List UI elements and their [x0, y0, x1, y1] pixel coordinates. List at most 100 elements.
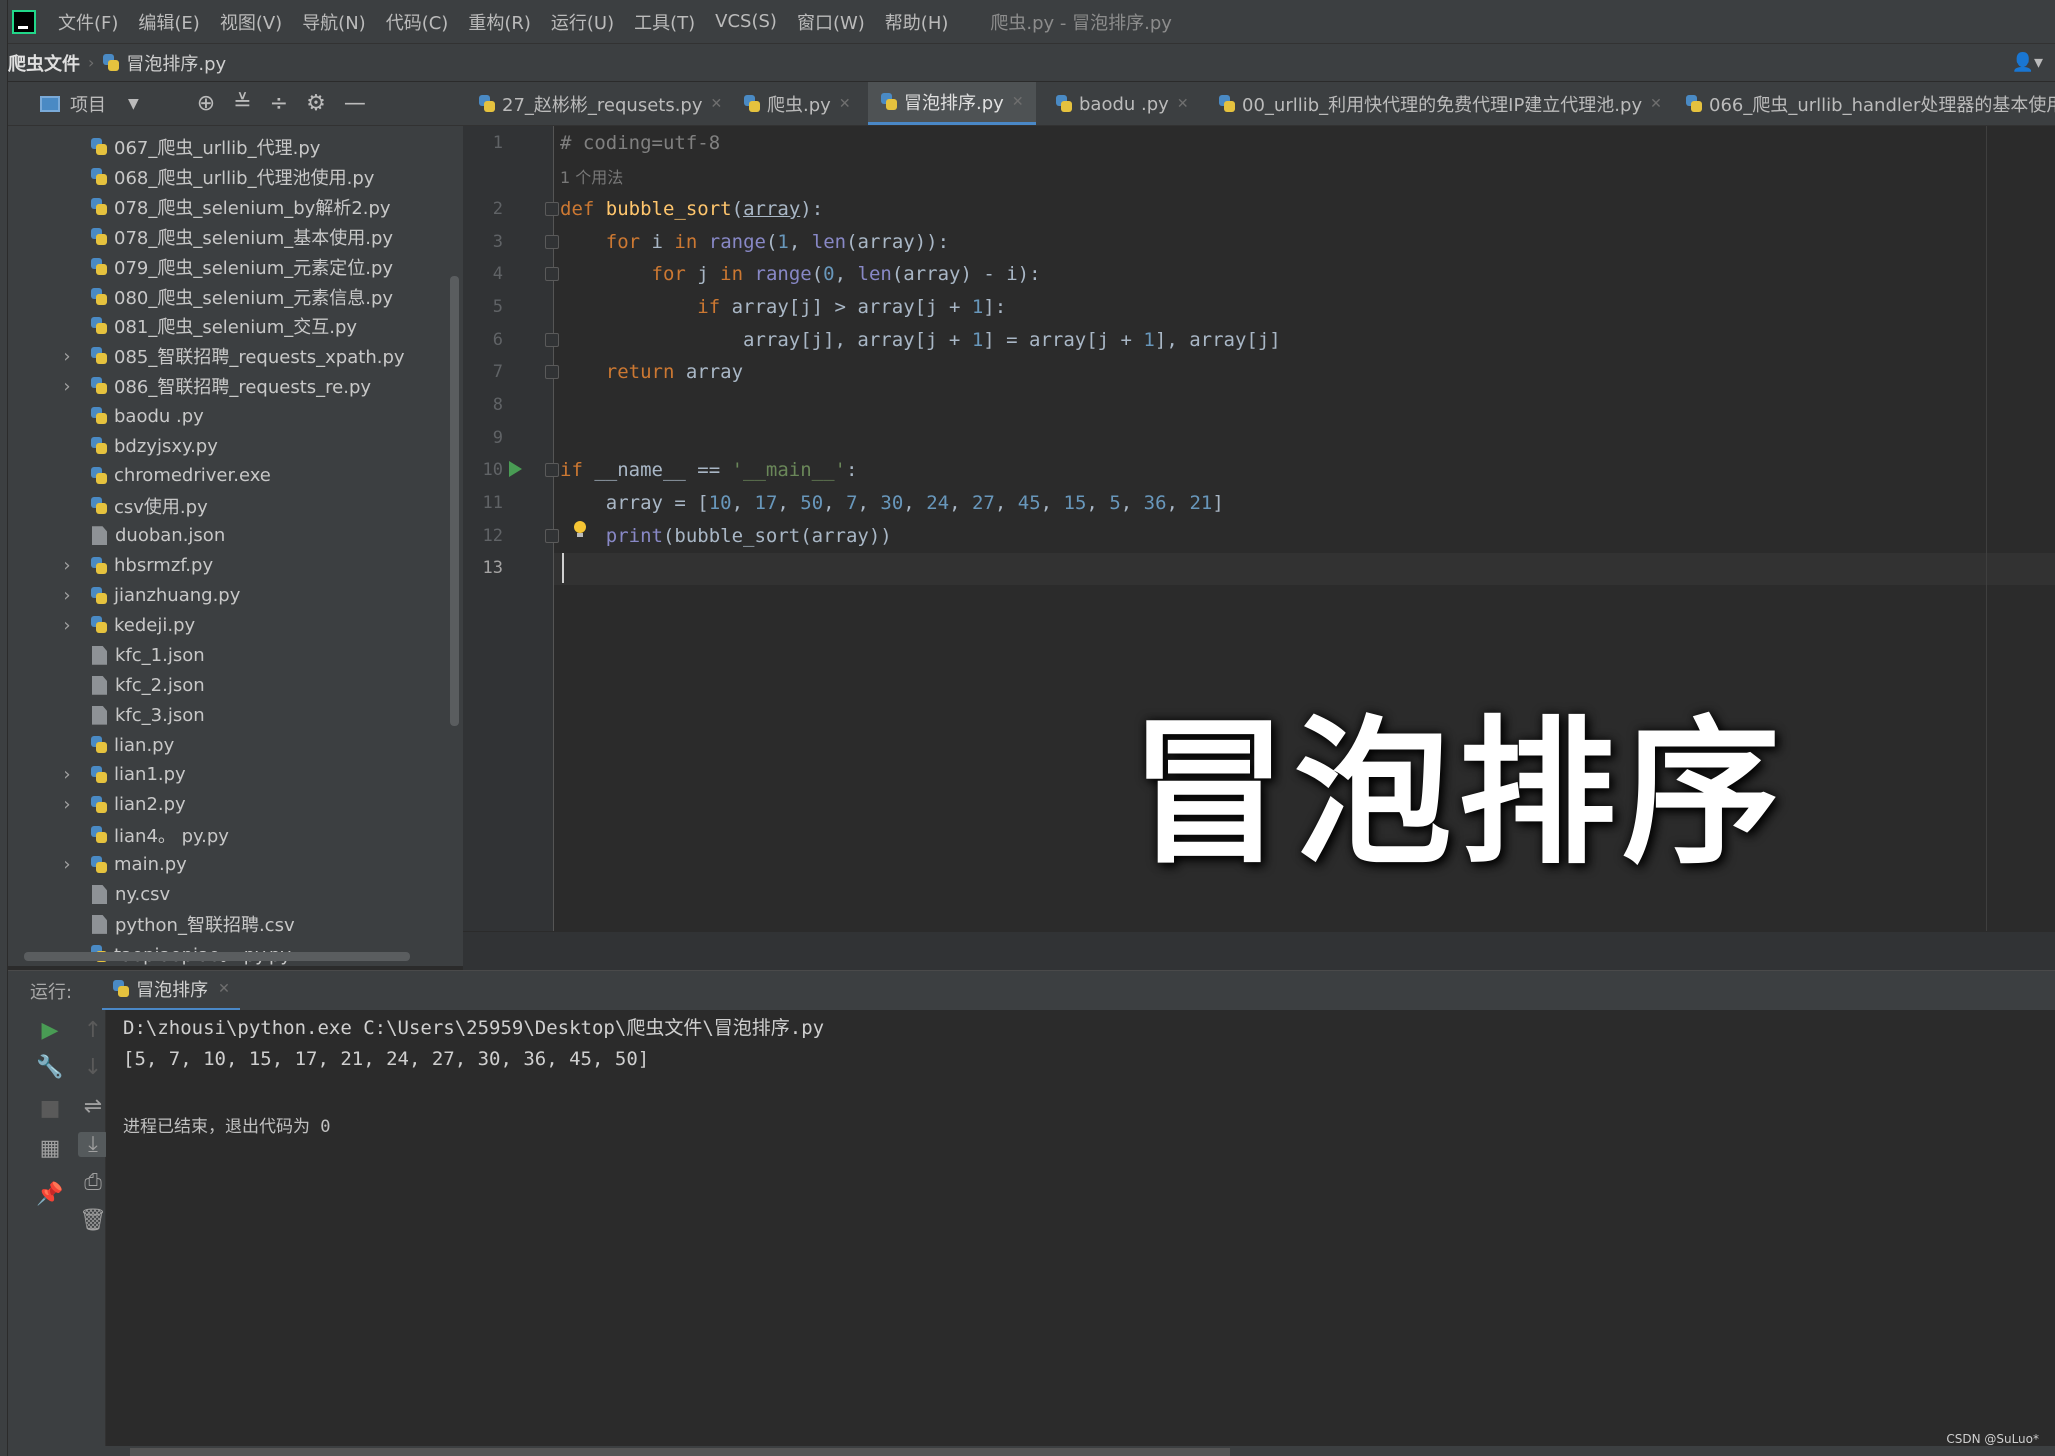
- arrow-up-icon[interactable]: ↑: [78, 1018, 108, 1043]
- stop-icon[interactable]: ■: [35, 1096, 65, 1121]
- tree-item[interactable]: › lian1.py: [8, 760, 185, 790]
- tree-item[interactable]: 068_爬虫_urllib_代理池使用.py: [8, 162, 374, 192]
- chevron-right-icon[interactable]: ›: [58, 585, 76, 606]
- arrow-down-icon[interactable]: ↓: [78, 1055, 108, 1080]
- chevron-right-icon[interactable]: ›: [58, 615, 76, 636]
- menu-help[interactable]: 帮助(H): [885, 9, 949, 35]
- project-tree-horizontal-scrollbar[interactable]: [24, 952, 410, 961]
- chevron-right-icon[interactable]: ›: [58, 764, 76, 785]
- locate-file-icon[interactable]: ⊕: [197, 91, 215, 116]
- tab-baodu[interactable]: baodu .py ✕: [1055, 82, 1189, 125]
- fold-marker-icon[interactable]: [545, 529, 559, 543]
- tree-item[interactable]: kfc_3.json: [8, 700, 205, 730]
- pin-icon[interactable]: 📌: [35, 1182, 65, 1207]
- tab-requests[interactable]: 27_赵彬彬_requsets.py ✕: [478, 82, 723, 125]
- fold-marker-icon[interactable]: [545, 463, 559, 477]
- menu-code[interactable]: 代码(C): [386, 9, 449, 35]
- rerun-icon[interactable]: ▶: [35, 1018, 65, 1043]
- tab-proxy-pool[interactable]: 00_urllib_利用快代理的免费代理IP建立代理池.py ✕: [1218, 82, 1662, 125]
- fold-marker-icon[interactable]: [545, 267, 559, 281]
- tree-item[interactable]: › jianzhuang.py: [8, 581, 240, 611]
- menu-navigate[interactable]: 导航(N): [302, 9, 366, 35]
- fold-marker-icon[interactable]: [545, 202, 559, 216]
- tree-item[interactable]: 079_爬虫_selenium_元素定位.py: [8, 252, 393, 282]
- menu-refactor[interactable]: 重构(R): [468, 9, 531, 35]
- menu-run[interactable]: 运行(U): [551, 9, 614, 35]
- trash-icon[interactable]: 🗑: [78, 1208, 108, 1233]
- tree-item[interactable]: › 086_智联招聘_requests_re.py: [8, 371, 371, 401]
- tab-pachong[interactable]: 爬虫.py ✕: [743, 82, 851, 125]
- print-icon[interactable]: ⎙: [78, 1170, 108, 1195]
- tab-bubble-sort[interactable]: 冒泡排序.py ✕: [868, 82, 1036, 125]
- tree-item[interactable]: kfc_2.json: [8, 670, 205, 700]
- chevron-right-icon[interactable]: ›: [58, 854, 76, 875]
- layout-icon[interactable]: ▦: [35, 1136, 65, 1161]
- soft-wrap-icon[interactable]: ⇌: [78, 1094, 108, 1119]
- collapse-all-icon[interactable]: ÷: [270, 91, 288, 116]
- menu-window[interactable]: 窗口(W): [797, 9, 865, 35]
- chevron-right-icon[interactable]: ›: [58, 794, 76, 815]
- breadcrumb-file[interactable]: 冒泡排序.py: [102, 50, 226, 76]
- close-icon[interactable]: ✕: [1177, 96, 1189, 112]
- tree-item[interactable]: csv使用.py: [8, 491, 208, 521]
- tree-item[interactable]: 078_爬虫_selenium_by解析2.py: [8, 192, 391, 222]
- user-account-icon[interactable]: 👤▾: [2012, 52, 2043, 73]
- fold-marker-icon[interactable]: [545, 333, 559, 347]
- python-file-icon: [90, 586, 108, 606]
- fold-marker-icon[interactable]: [545, 365, 559, 379]
- chevron-right-icon[interactable]: ›: [58, 376, 76, 397]
- close-icon[interactable]: ✕: [1650, 96, 1662, 112]
- wrench-icon[interactable]: 🔧: [35, 1055, 65, 1080]
- project-tree-vertical-scrollbar[interactable]: [450, 276, 459, 726]
- tree-item[interactable]: lian4。 py.py: [8, 820, 229, 850]
- python-file-icon: [90, 765, 108, 785]
- chevron-right-icon[interactable]: ›: [58, 346, 76, 367]
- close-icon[interactable]: ✕: [218, 981, 230, 997]
- tree-item[interactable]: duoban.json: [8, 521, 225, 551]
- close-icon[interactable]: ✕: [839, 96, 851, 112]
- usage-hint[interactable]: 1 个用法: [560, 161, 623, 191]
- run-tab-bubble-sort[interactable]: 冒泡排序 ✕: [102, 971, 240, 1011]
- tree-item[interactable]: › 085_智联招聘_requests_xpath.py: [8, 341, 404, 371]
- chevron-down-icon[interactable]: ▼: [128, 96, 139, 112]
- scroll-to-end-icon[interactable]: ⤓: [78, 1132, 108, 1157]
- code-keyword: in: [720, 263, 744, 285]
- chevron-right-icon[interactable]: ›: [58, 555, 76, 576]
- menu-edit[interactable]: 编辑(E): [138, 9, 199, 35]
- file-icon: [92, 526, 107, 546]
- bottom-scrollbar-thumb[interactable]: [130, 1448, 1230, 1456]
- tree-item[interactable]: 080_爬虫_selenium_元素信息.py: [8, 282, 393, 312]
- tree-item[interactable]: › lian2.py: [8, 790, 185, 820]
- project-view-selector[interactable]: 项目: [70, 91, 106, 117]
- menu-vcs[interactable]: VCS(S): [715, 11, 777, 32]
- breadcrumb-project[interactable]: 爬虫文件: [8, 50, 80, 76]
- expand-all-icon[interactable]: ≚: [233, 91, 251, 116]
- close-icon[interactable]: ✕: [1012, 94, 1024, 110]
- tree-item[interactable]: chromedriver.exe: [8, 461, 271, 491]
- tree-item[interactable]: ny.csv: [8, 880, 170, 910]
- hide-panel-icon[interactable]: —: [344, 91, 366, 116]
- tree-item[interactable]: 078_爬虫_selenium_基本使用.py: [8, 222, 393, 252]
- code-keyword: if: [697, 296, 721, 318]
- menu-tools[interactable]: 工具(T): [634, 9, 695, 35]
- menu-view[interactable]: 视图(V): [220, 9, 282, 35]
- tree-item[interactable]: › hbsrmzf.py: [8, 551, 213, 581]
- tree-item[interactable]: › main.py: [8, 850, 186, 880]
- tree-item[interactable]: kfc_1.json: [8, 640, 205, 670]
- tree-item[interactable]: baodu .py: [8, 401, 204, 431]
- tree-item[interactable]: lian.py: [8, 730, 174, 760]
- tree-item[interactable]: 081_爬虫_selenium_交互.py: [8, 311, 357, 341]
- run-console-output[interactable]: [106, 1010, 2055, 1446]
- close-icon[interactable]: ✕: [711, 96, 723, 112]
- tree-item[interactable]: 067_爬虫_urllib_代理.py: [8, 132, 320, 162]
- tab-handler[interactable]: 066_爬虫_urllib_handler处理器的基本使用: [1685, 82, 2055, 125]
- tree-item[interactable]: python_智联招聘.csv: [8, 909, 295, 939]
- tree-item[interactable]: › kedeji.py: [8, 610, 195, 640]
- gear-icon[interactable]: ⚙: [306, 91, 326, 116]
- fold-marker-icon[interactable]: [545, 235, 559, 249]
- editor-horizontal-scrollbar[interactable]: [463, 931, 2055, 970]
- run-gutter-icon[interactable]: [509, 461, 522, 477]
- menu-file[interactable]: 文件(F): [58, 9, 118, 35]
- tree-item[interactable]: bdzyjsxy.py: [8, 431, 218, 461]
